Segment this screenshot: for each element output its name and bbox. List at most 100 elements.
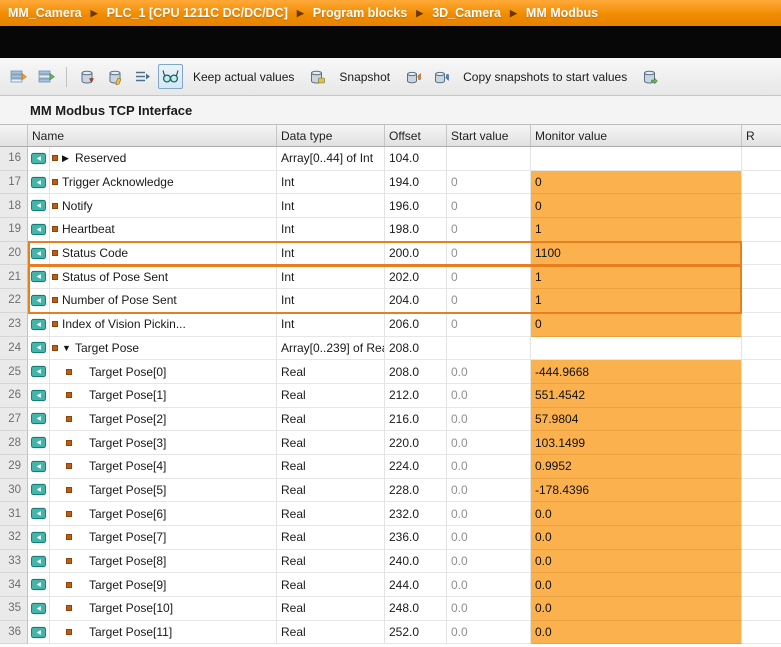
table-row[interactable]: 33Target Pose[8]Real240.00.00.0	[0, 550, 781, 574]
name-cell[interactable]: Target Pose[11]	[50, 621, 277, 645]
column-header-offset[interactable]: Offset	[385, 125, 447, 146]
data-type-cell[interactable]: Int	[277, 194, 385, 218]
start-value-cell[interactable]: 0.0	[447, 431, 531, 455]
name-cell[interactable]: Target Pose[7]	[50, 526, 277, 550]
keep-actual-values-label[interactable]: Keep actual values	[193, 70, 294, 84]
expand-members-button[interactable]	[130, 64, 155, 89]
table-row[interactable]: 28Target Pose[3]Real220.00.0103.1499	[0, 431, 781, 455]
name-cell[interactable]: Target Pose[4]	[50, 455, 277, 479]
modify-values-button[interactable]	[102, 64, 127, 89]
data-type-cell[interactable]: Array[0..44] of Int	[277, 147, 385, 171]
start-value-cell[interactable]: 0.0	[447, 360, 531, 384]
start-value-cell[interactable]: 0	[447, 194, 531, 218]
table-row[interactable]: 23Index of Vision Pickin...Int206.000	[0, 313, 781, 337]
table-row[interactable]: 31Target Pose[6]Real232.00.00.0	[0, 502, 781, 526]
start-value-cell[interactable]: 0	[447, 218, 531, 242]
copy-snapshots-label[interactable]: Copy snapshots to start values	[463, 70, 627, 84]
table-row[interactable]: 22Number of Pose SentInt204.001	[0, 289, 781, 313]
collapse-arrow-icon[interactable]: ▼	[62, 343, 75, 353]
table-row[interactable]: 19HeartbeatInt198.001	[0, 218, 781, 242]
copy-snapshot-button[interactable]	[637, 64, 662, 89]
start-value-cell[interactable]: 0.0	[447, 455, 531, 479]
breadcrumb-item[interactable]: Program blocks	[313, 6, 407, 20]
start-value-cell[interactable]: 0.0	[447, 479, 531, 503]
column-header-monitor-value[interactable]: Monitor value	[531, 125, 742, 146]
table-row[interactable]: 18NotifyInt196.000	[0, 194, 781, 218]
data-type-cell[interactable]: Real	[277, 479, 385, 503]
snapshot-label[interactable]: Snapshot	[339, 70, 390, 84]
data-type-cell[interactable]: Real	[277, 502, 385, 526]
start-value-cell[interactable]: 0.0	[447, 384, 531, 408]
data-type-cell[interactable]: Real	[277, 550, 385, 574]
name-cell[interactable]: Target Pose[8]	[50, 550, 277, 574]
start-value-cell[interactable]: 0	[447, 242, 531, 266]
table-row[interactable]: 24▼Target PoseArray[0..239] of Real208.0	[0, 337, 781, 361]
name-cell[interactable]: Heartbeat	[50, 218, 277, 242]
data-type-cell[interactable]: Real	[277, 597, 385, 621]
breadcrumb-item[interactable]: MM_Camera	[8, 6, 82, 20]
load-snapshot-down-button[interactable]	[428, 64, 453, 89]
column-header-name[interactable]: Name	[28, 125, 277, 146]
name-cell[interactable]: Target Pose[6]	[50, 502, 277, 526]
name-cell[interactable]: Index of Vision Pickin...	[50, 313, 277, 337]
name-cell[interactable]: Notify	[50, 194, 277, 218]
start-value-cell[interactable]: 0	[447, 289, 531, 313]
table-row[interactable]: 35Target Pose[10]Real248.00.00.0	[0, 597, 781, 621]
start-value-cell[interactable]: 0.0	[447, 573, 531, 597]
start-value-cell[interactable]	[447, 337, 531, 361]
data-type-cell[interactable]: Real	[277, 573, 385, 597]
data-type-cell[interactable]: Int	[277, 171, 385, 195]
start-value-cell[interactable]: 0.0	[447, 621, 531, 645]
name-cell[interactable]: Trigger Acknowledge	[50, 171, 277, 195]
name-cell[interactable]: ▶Reserved	[50, 147, 277, 171]
column-header-retain[interactable]: R	[742, 125, 781, 146]
breadcrumb-item[interactable]: PLC_1 [CPU 1211C DC/DC/DC]	[107, 6, 288, 20]
table-row[interactable]: 34Target Pose[9]Real244.00.00.0	[0, 573, 781, 597]
start-value-cell[interactable]: 0.0	[447, 408, 531, 432]
data-type-cell[interactable]: Real	[277, 384, 385, 408]
start-value-cell[interactable]: 0	[447, 313, 531, 337]
data-type-cell[interactable]: Real	[277, 455, 385, 479]
data-type-cell[interactable]: Real	[277, 431, 385, 455]
data-type-cell[interactable]: Real	[277, 360, 385, 384]
table-row[interactable]: 32Target Pose[7]Real236.00.00.0	[0, 526, 781, 550]
breadcrumb-item[interactable]: MM Modbus	[526, 6, 598, 20]
start-value-cell[interactable]	[447, 147, 531, 171]
start-value-cell[interactable]: 0.0	[447, 502, 531, 526]
monitor-all-button[interactable]	[158, 64, 183, 89]
name-cell[interactable]: Target Pose[10]	[50, 597, 277, 621]
expand-arrow-icon[interactable]: ▶	[62, 153, 75, 164]
retain-values-button[interactable]	[304, 64, 329, 89]
name-cell[interactable]: Target Pose[0]	[50, 360, 277, 384]
data-type-cell[interactable]: Real	[277, 408, 385, 432]
column-header-start-value[interactable]: Start value	[447, 125, 531, 146]
name-cell[interactable]: Target Pose[1]	[50, 384, 277, 408]
name-cell[interactable]: Status of Pose Sent	[50, 265, 277, 289]
table-row[interactable]: 25Target Pose[0]Real208.00.0-444.9668	[0, 360, 781, 384]
start-value-cell[interactable]: 0.0	[447, 597, 531, 621]
name-cell[interactable]: Target Pose[3]	[50, 431, 277, 455]
data-type-cell[interactable]: Int	[277, 218, 385, 242]
table-row[interactable]: 21Status of Pose SentInt202.001	[0, 265, 781, 289]
breadcrumb-item[interactable]: 3D_Camera	[432, 6, 501, 20]
table-row[interactable]: 29Target Pose[4]Real224.00.00.9952	[0, 455, 781, 479]
data-type-cell[interactable]: Array[0..239] of Real	[277, 337, 385, 361]
name-cell[interactable]: Target Pose[9]	[50, 573, 277, 597]
data-type-cell[interactable]: Real	[277, 621, 385, 645]
table-row[interactable]: 36Target Pose[11]Real252.00.00.0	[0, 621, 781, 645]
add-row-button[interactable]	[34, 64, 59, 89]
column-header-data-type[interactable]: Data type	[277, 125, 385, 146]
data-type-cell[interactable]: Int	[277, 242, 385, 266]
data-type-cell[interactable]: Int	[277, 265, 385, 289]
load-snapshot-up-button[interactable]	[400, 64, 425, 89]
data-type-cell[interactable]: Real	[277, 526, 385, 550]
name-cell[interactable]: Target Pose[5]	[50, 479, 277, 503]
table-row[interactable]: 20Status CodeInt200.001100	[0, 242, 781, 266]
table-row[interactable]: 30Target Pose[5]Real228.00.0-178.4396	[0, 479, 781, 503]
name-cell[interactable]: Status Code	[50, 242, 277, 266]
start-value-cell[interactable]: 0.0	[447, 526, 531, 550]
table-row[interactable]: 17Trigger AcknowledgeInt194.000	[0, 171, 781, 195]
table-row[interactable]: 16▶ReservedArray[0..44] of Int104.0	[0, 147, 781, 171]
reset-start-values-button[interactable]	[74, 64, 99, 89]
table-row[interactable]: 27Target Pose[2]Real216.00.057.9804	[0, 408, 781, 432]
